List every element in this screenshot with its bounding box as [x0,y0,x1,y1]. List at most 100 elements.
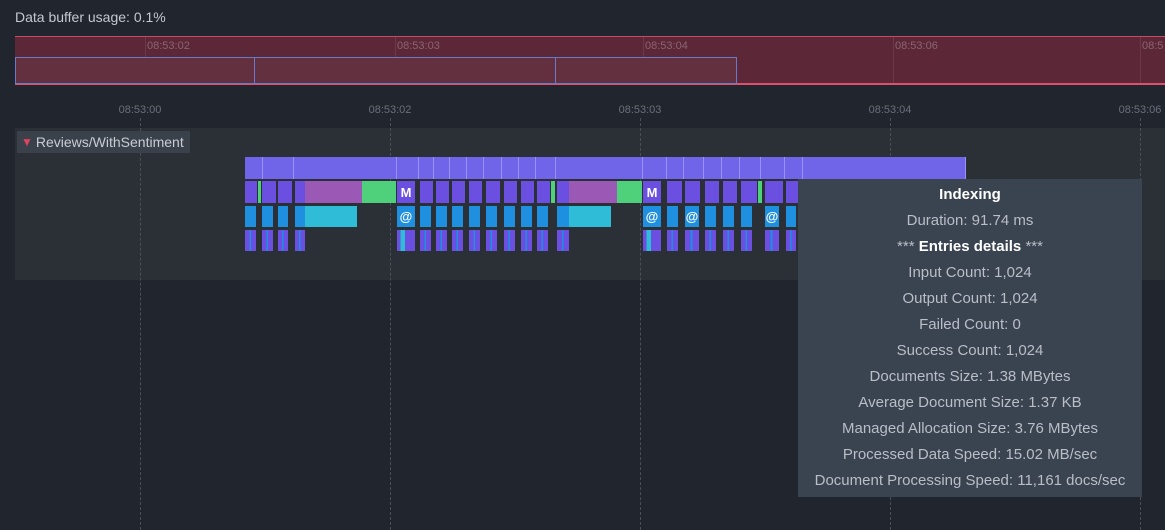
map-bar[interactable] [551,181,555,203]
map-bar[interactable] [521,181,534,203]
indexing-bar[interactable] [519,157,536,179]
storage-bar[interactable] [278,206,288,227]
marker-m-bar[interactable]: M [397,181,415,203]
map-bar[interactable] [741,181,757,203]
storage-bar[interactable] [295,206,305,227]
map-bar[interactable] [262,181,276,203]
marker-at-bar[interactable]: @ [765,206,779,227]
indexing-bar[interactable] [245,157,263,179]
indexing-bar[interactable] [450,157,467,179]
sub-operation-bar[interactable] [765,230,779,251]
storage-bar[interactable] [723,206,734,227]
indexing-bar[interactable] [263,157,294,179]
storage-bar[interactable] [469,206,480,227]
map-bar[interactable] [786,181,798,203]
sub-operation-bar[interactable] [521,230,532,251]
map-bar[interactable] [569,181,617,203]
storage-bar[interactable] [786,206,796,227]
sub-operation-bar[interactable] [643,230,661,251]
storage-bar[interactable] [537,206,548,227]
map-bar[interactable] [436,181,449,203]
sub-operation-bar[interactable] [262,230,273,251]
sub-operation-bar[interactable] [486,230,497,251]
sub-operation-bar[interactable] [504,230,515,251]
sub-operation-bar[interactable] [557,230,569,251]
map-bar[interactable] [537,181,550,203]
indexing-bar[interactable] [467,157,484,179]
map-bar[interactable] [504,181,517,203]
indexing-bar[interactable] [502,157,519,179]
map-bar[interactable] [667,181,682,203]
map-bar[interactable] [305,181,362,203]
indexing-bar[interactable] [803,157,966,179]
timeline-overview[interactable]: 08:53:02 08:53:03 08:53:04 08:53:06 08:5 [15,36,1165,85]
storage-bar[interactable] [436,206,447,227]
map-bar[interactable] [758,181,762,203]
sub-operation-bar[interactable] [537,230,548,251]
map-bar[interactable] [258,181,261,203]
storage-bar[interactable] [667,206,678,227]
storage-bar[interactable] [521,206,532,227]
storage-bar[interactable] [557,206,569,227]
sub-operation-bar[interactable] [452,230,463,251]
indexing-bar[interactable] [785,157,803,179]
indexing-bar[interactable] [761,157,785,179]
map-bar[interactable] [245,181,257,203]
indexing-bar[interactable] [643,157,667,179]
map-bar[interactable] [420,181,433,203]
sub-operation-bar[interactable] [295,230,305,251]
storage-bar[interactable] [452,206,463,227]
indexing-bar[interactable] [484,157,502,179]
sub-operation-bar[interactable] [685,230,699,251]
map-bar[interactable] [452,181,465,203]
indexing-bar[interactable] [667,157,684,179]
indexing-bar[interactable] [722,157,740,179]
sub-operation-bar[interactable] [723,230,734,251]
indexing-bar[interactable] [536,157,556,179]
indexing-bar[interactable] [704,157,722,179]
track-header-reviews-withsentiment[interactable]: ▼ Reviews/WithSentiment [17,131,190,153]
storage-bar[interactable] [741,206,752,227]
indexing-bar[interactable] [556,157,643,179]
map-bar[interactable] [765,181,783,203]
map-bar[interactable] [557,181,569,203]
map-bar[interactable] [469,181,482,203]
sub-operation-bar[interactable] [786,230,796,251]
sub-operation-bar[interactable] [741,230,752,251]
storage-bar[interactable] [420,206,431,227]
marker-at-bar[interactable]: @ [685,206,699,227]
map-bar[interactable] [486,181,500,203]
sub-operation-bar[interactable] [436,230,447,251]
map-bar[interactable] [685,181,700,203]
sub-operation-bar[interactable] [397,230,415,251]
sub-operation-bar[interactable] [245,230,256,251]
map-bar[interactable] [295,181,305,203]
indexing-bar[interactable] [419,157,434,179]
sub-operation-bar[interactable] [278,230,288,251]
map-bar[interactable] [705,181,719,203]
storage-bar[interactable] [486,206,497,227]
indexing-bar[interactable] [434,157,450,179]
storage-bar[interactable] [569,206,611,227]
map-bar[interactable] [617,181,642,203]
storage-bar[interactable] [705,206,716,227]
storage-bar[interactable] [262,206,273,227]
marker-m-bar[interactable]: M [643,181,661,203]
indexing-bar[interactable] [294,157,397,179]
collapse-triangle-icon[interactable]: ▼ [21,135,33,149]
map-bar[interactable] [362,181,396,203]
marker-at-bar[interactable]: @ [397,206,415,227]
indexing-bar[interactable] [740,157,761,179]
map-bar[interactable] [278,181,292,203]
sub-operation-bar[interactable] [420,230,431,251]
sub-operation-bar[interactable] [705,230,716,251]
storage-bar[interactable] [504,206,515,227]
sub-operation-bar[interactable] [469,230,480,251]
sub-operation-bar[interactable] [667,230,678,251]
map-bar[interactable] [723,181,737,203]
storage-bar[interactable] [245,206,256,227]
storage-bar[interactable] [305,206,357,227]
marker-at-bar[interactable]: @ [643,206,661,227]
indexing-bar[interactable] [397,157,419,179]
indexing-bar[interactable] [684,157,704,179]
